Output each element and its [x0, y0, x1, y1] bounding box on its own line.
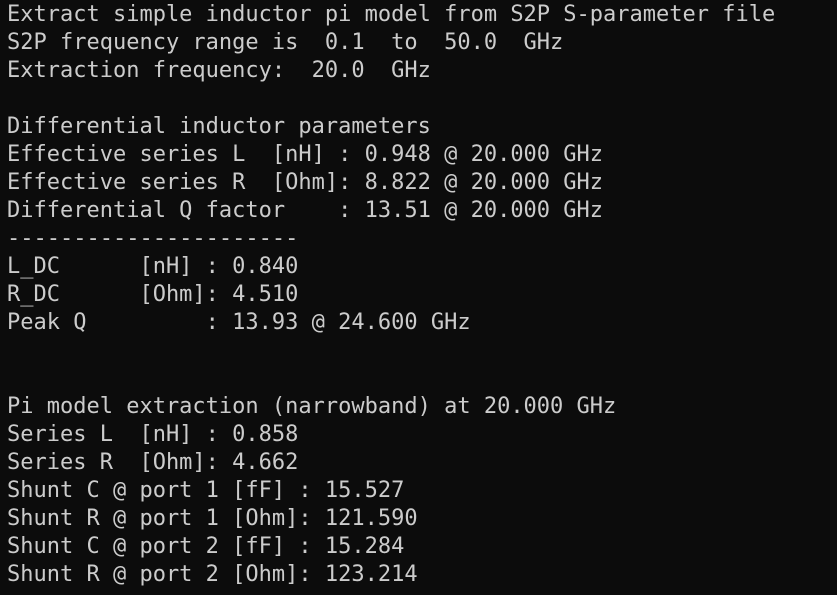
terminal-line-extraction-frequency: Extraction frequency: 20.0 GHz — [7, 58, 431, 83]
terminal-line-shunt-c-port1: Shunt C @ port 1 [fF] : 15.527 — [7, 478, 405, 503]
terminal-line-title: Extract simple inductor pi model from S2… — [7, 2, 776, 27]
terminal-line-separator: ---------------------- — [7, 226, 299, 251]
terminal-line-differential-q: Differential Q factor : 13.51 @ 20.000 G… — [7, 198, 604, 223]
terminal-line-peak-q: Peak Q : 13.93 @ 24.600 GHz — [7, 310, 471, 335]
terminal-line-shunt-r-port1: Shunt R @ port 1 [Ohm]: 121.590 — [7, 506, 418, 531]
terminal-line-series-l: Series L [nH] : 0.858 — [7, 422, 299, 447]
terminal-line-shunt-r-port2: Shunt R @ port 2 [Ohm]: 123.214 — [7, 562, 418, 587]
terminal-line-l-dc: L_DC [nH] : 0.840 — [7, 254, 299, 279]
terminal-line-diff-header: Differential inductor parameters — [7, 114, 431, 139]
terminal-line-effective-series-l: Effective series L [nH] : 0.948 @ 20.000… — [7, 142, 604, 167]
terminal-line-series-r: Series R [Ohm]: 4.662 — [7, 450, 299, 475]
terminal-line-effective-series-r: Effective series R [Ohm]: 8.822 @ 20.000… — [7, 170, 604, 195]
terminal-output[interactable]: Extract simple inductor pi model from S2… — [0, 0, 837, 595]
terminal-line-r-dc: R_DC [Ohm]: 4.510 — [7, 282, 299, 307]
terminal-line-pi-header: Pi model extraction (narrowband) at 20.0… — [7, 394, 617, 419]
terminal-line-shunt-c-port2: Shunt C @ port 2 [fF] : 15.284 — [7, 534, 405, 559]
terminal-line-frequency-range: S2P frequency range is 0.1 to 50.0 GHz — [7, 30, 564, 55]
